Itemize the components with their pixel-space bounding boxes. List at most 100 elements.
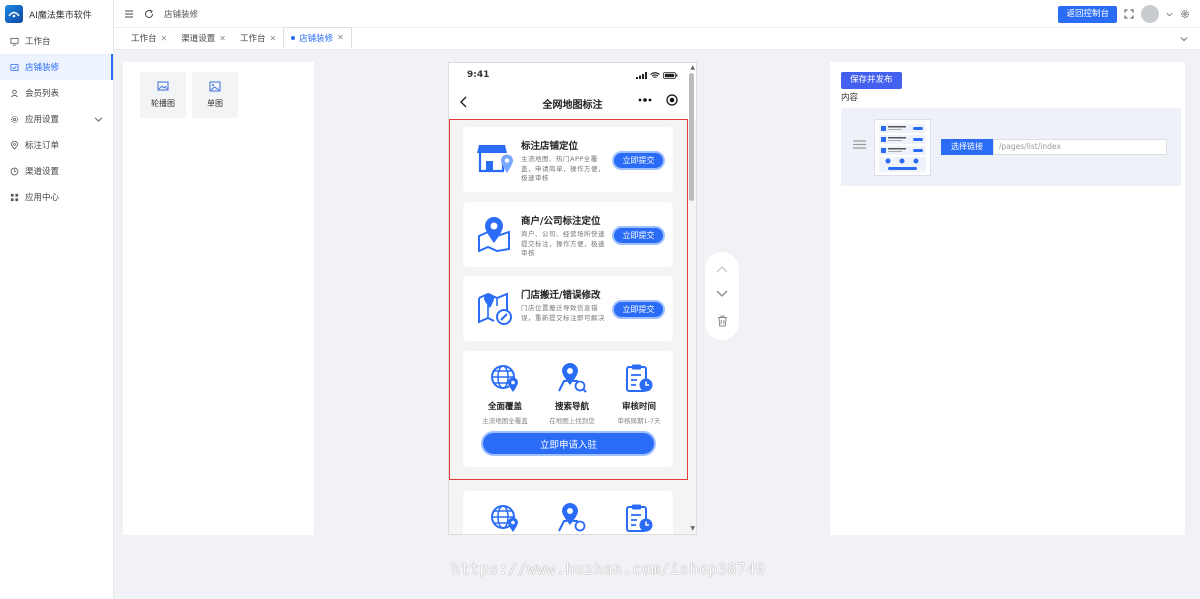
record-icon[interactable] bbox=[666, 94, 678, 106]
chevron-down-icon[interactable] bbox=[1180, 35, 1188, 43]
monitor-icon bbox=[10, 37, 19, 46]
clipboard-clock-icon bbox=[626, 364, 653, 392]
breadcrumb: 店铺装修 bbox=[164, 9, 199, 20]
sidebar-item-label: 工作台 bbox=[25, 37, 51, 47]
sidebar-item-annotation-orders[interactable]: 标注订单 bbox=[0, 132, 113, 158]
status-time: 9:41 bbox=[467, 70, 490, 80]
submit-button[interactable]: 立即提交 bbox=[612, 300, 665, 319]
link-input[interactable]: /pages/list/index bbox=[993, 139, 1167, 155]
feature-item: 搜索导航 在地图上找到您 bbox=[539, 363, 605, 425]
sidebar-item-label: 会员列表 bbox=[25, 89, 60, 99]
move-up-icon[interactable] bbox=[716, 265, 728, 273]
close-icon[interactable]: ✕ bbox=[269, 34, 276, 43]
clipboard-clock-icon bbox=[626, 504, 653, 532]
palette-icon bbox=[10, 63, 19, 71]
fullscreen-icon[interactable] bbox=[1124, 9, 1134, 19]
content-item: 选择链接 /pages/list/index bbox=[841, 108, 1181, 186]
app-logo-icon bbox=[5, 5, 23, 23]
back-arrow-icon[interactable] bbox=[459, 96, 469, 108]
card-title: 商户/公司标注定位 bbox=[521, 216, 601, 227]
phone-preview[interactable]: 9:41 全网地图标注 标注店铺定位 主流地图、热门APP全覆盖，申请简单，操作… bbox=[448, 62, 697, 535]
map-edit-icon bbox=[478, 292, 512, 325]
select-link-button[interactable]: 选择链接 bbox=[941, 139, 993, 155]
component-toolbar bbox=[705, 252, 739, 340]
submit-button[interactable]: 立即提交 bbox=[612, 151, 665, 170]
store-pin-icon bbox=[477, 145, 513, 173]
settings-panel: 保存并发布 内容 选择链接 /pages/list/index bbox=[830, 62, 1185, 535]
sidebar-item-workbench[interactable]: 工作台 bbox=[0, 28, 113, 54]
tab-shop-decoration[interactable]: 店铺装修 ✕ bbox=[283, 27, 352, 49]
apply-settle-button[interactable]: 立即申请入驻 bbox=[481, 431, 656, 456]
location-icon bbox=[10, 140, 19, 150]
app-title: AI魔法集市软件 bbox=[29, 10, 92, 21]
map-pin-icon bbox=[478, 217, 510, 252]
features-card[interactable] bbox=[463, 491, 673, 534]
phone-navbar: 全网地图标注 bbox=[449, 87, 696, 119]
sidebar-item-label: 店铺装修 bbox=[25, 63, 60, 73]
tab-workbench[interactable]: 工作台 ✕ bbox=[124, 27, 174, 49]
card-description: 门店位置搬迁导致信息错误，重新提交标注即可解决 bbox=[521, 304, 605, 322]
sidebar-item-members[interactable]: 会员列表 bbox=[0, 80, 113, 106]
service-card[interactable]: 商户/公司标注定位 商户、公司、经营场所快速提交标注，操作方便，极速审核 立即提… bbox=[463, 202, 673, 267]
topbar: 店铺装修 返回控制台 bbox=[114, 0, 1200, 28]
close-icon[interactable]: ✕ bbox=[219, 34, 226, 43]
card-title: 标注店铺定位 bbox=[521, 141, 579, 152]
chevron-down-icon bbox=[94, 117, 103, 122]
component-single-image[interactable]: 单图 bbox=[192, 72, 238, 118]
tab-label: 工作台 bbox=[239, 34, 266, 44]
avatar[interactable] bbox=[1141, 5, 1159, 23]
service-card[interactable]: 门店搬迁/错误修改 门店位置搬迁导致信息错误，重新提交标注即可解决 立即提交 bbox=[463, 276, 673, 341]
globe-pin-icon bbox=[491, 365, 518, 392]
watermark: https://www.huzhan.com/ishop38749 bbox=[451, 560, 766, 578]
content-label: 内容 bbox=[841, 93, 859, 103]
scroll-up-arrow-icon[interactable]: ▲ bbox=[690, 64, 695, 71]
tab-label: 工作台 bbox=[131, 34, 157, 44]
menu-toggle-icon[interactable] bbox=[124, 9, 134, 19]
tab-workbench-2[interactable]: 工作台 ✕ bbox=[233, 27, 283, 49]
battery-icon bbox=[663, 71, 678, 79]
feature-description: 在地图上找到您 bbox=[549, 417, 595, 425]
user-icon bbox=[11, 89, 18, 97]
sidebar-nav: 工作台 店铺装修 会员列表 应用设置 标注订单 渠道设置 应用中心 bbox=[0, 28, 113, 210]
component-label: 轮播图 bbox=[151, 99, 175, 108]
sidebar-item-app-center[interactable]: 应用中心 bbox=[0, 184, 113, 210]
return-console-button[interactable]: 返回控制台 bbox=[1058, 5, 1117, 23]
card-description: 主流地图、热门APP全覆盖，申请简单，操作方便，极速审核 bbox=[521, 155, 605, 183]
sidebar: AI魔法集市软件 工作台 店铺装修 会员列表 应用设置 标注订单 渠道设置 应用… bbox=[0, 0, 114, 599]
brand[interactable]: AI魔法集市软件 bbox=[0, 0, 113, 28]
chevron-down-icon[interactable] bbox=[1166, 11, 1173, 18]
component-thumbnail[interactable] bbox=[874, 119, 931, 176]
scrollbar-thumb[interactable] bbox=[689, 73, 694, 201]
phone-status-bar: 9:41 bbox=[449, 63, 696, 87]
mini-program-capsule bbox=[638, 94, 678, 106]
card-title: 门店搬迁/错误修改 bbox=[521, 290, 601, 301]
scroll-down-arrow-icon[interactable]: ▼ bbox=[690, 525, 695, 532]
gear-icon bbox=[11, 115, 18, 123]
tab-bar: 工作台 ✕ 渠道设置 ✕ 工作台 ✕ 店铺装修 ✕ bbox=[114, 27, 1200, 50]
more-icon[interactable] bbox=[638, 98, 652, 102]
close-icon[interactable]: ✕ bbox=[337, 33, 344, 42]
sidebar-item-label: 渠道设置 bbox=[25, 167, 60, 177]
sidebar-item-channel-settings[interactable]: 渠道设置 bbox=[0, 158, 113, 184]
component-carousel[interactable]: 轮播图 bbox=[140, 72, 186, 118]
drag-handle-icon[interactable] bbox=[853, 140, 866, 149]
refresh-icon[interactable] bbox=[144, 9, 154, 19]
feature-name: 全面覆盖 bbox=[487, 402, 522, 412]
feature-description: 审核周期1-7天 bbox=[617, 417, 661, 425]
gear-icon[interactable] bbox=[1180, 9, 1190, 19]
feature-name: 审核时间 bbox=[621, 402, 656, 412]
service-card[interactable]: 标注店铺定位 主流地图、热门APP全覆盖，申请简单，操作方便，极速审核 立即提交 bbox=[463, 127, 673, 192]
save-publish-button[interactable]: 保存并发布 bbox=[841, 72, 902, 89]
card-description: 商户、公司、经营场所快速提交标注，操作方便，极速审核 bbox=[521, 230, 605, 258]
signal-icon bbox=[636, 71, 647, 79]
move-down-icon[interactable] bbox=[716, 290, 728, 298]
globe-pin-icon bbox=[491, 505, 518, 532]
active-dot-icon bbox=[291, 35, 296, 40]
trash-icon[interactable] bbox=[717, 315, 728, 327]
component-label: 单图 bbox=[207, 99, 223, 108]
tab-channel-settings[interactable]: 渠道设置 ✕ bbox=[174, 27, 233, 49]
sidebar-item-app-settings[interactable]: 应用设置 bbox=[0, 106, 113, 132]
submit-button[interactable]: 立即提交 bbox=[612, 226, 665, 245]
close-icon[interactable]: ✕ bbox=[161, 34, 168, 43]
sidebar-item-shop-decoration[interactable]: 店铺装修 bbox=[0, 54, 113, 80]
